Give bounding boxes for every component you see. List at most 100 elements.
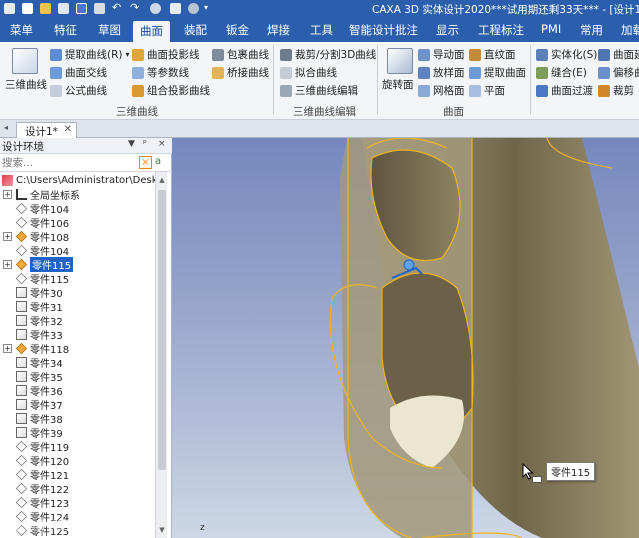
- menu-sketch[interactable]: 草图: [98, 22, 121, 38]
- clear-search-icon[interactable]: ×: [139, 156, 152, 169]
- gear-icon[interactable]: [188, 3, 199, 14]
- formula-curve-button[interactable]: 公式曲线: [50, 83, 107, 98]
- menu-load[interactable]: 加载: [621, 22, 639, 38]
- menu-assembly[interactable]: 装配: [184, 22, 207, 38]
- expand-icon[interactable]: +: [3, 343, 12, 353]
- menu-sheetmetal[interactable]: 钣金: [226, 22, 249, 38]
- tree-item[interactable]: 零件37: [16, 397, 63, 412]
- tree-item[interactable]: + 全局坐标系: [3, 187, 80, 202]
- tree-item[interactable]: 零件120: [15, 453, 69, 468]
- solidify-button[interactable]: 实体化(S): [536, 47, 597, 62]
- combined-projection-button[interactable]: 组合投影曲线: [132, 83, 210, 98]
- menu-tools[interactable]: 工具: [310, 22, 333, 38]
- menu-common[interactable]: 常用: [580, 22, 603, 38]
- loft-surface-button[interactable]: 放样面: [418, 65, 465, 80]
- tree-item[interactable]: 零件122: [15, 481, 69, 496]
- part-diamond-icon: [15, 468, 28, 480]
- tree-item[interactable]: + 零件108: [3, 229, 69, 244]
- surface-intersect-button[interactable]: 曲面交线: [50, 65, 107, 80]
- panel-menu-icon[interactable]: ▼: [128, 139, 135, 149]
- new-icon[interactable]: [22, 3, 33, 14]
- close-icon[interactable]: ✕: [64, 124, 72, 135]
- part-icon: [16, 384, 27, 396]
- tree-item[interactable]: 零件33: [16, 327, 63, 342]
- menu-dimension[interactable]: 工程标注: [478, 22, 524, 38]
- revolve-surface-icon[interactable]: [387, 48, 413, 74]
- extract-surface-button[interactable]: 提取曲面: [469, 65, 526, 80]
- tree-item[interactable]: 零件31: [16, 299, 63, 314]
- tree-item[interactable]: 零件119: [15, 439, 69, 454]
- menu-file[interactable]: 菜单: [10, 22, 33, 38]
- document-tab[interactable]: 设计1* ✕: [16, 122, 77, 138]
- dropdown-arrow-icon[interactable]: ◂: [4, 123, 8, 132]
- tree-item-label: 零件33: [30, 330, 63, 342]
- scroll-up-icon[interactable]: ▲: [156, 174, 168, 186]
- part-icon: [16, 426, 27, 438]
- dropdown-icon[interactable]: ▾: [204, 3, 215, 14]
- combined-projection-icon: [132, 84, 144, 97]
- tree-item[interactable]: 零件30: [16, 285, 63, 300]
- menu-feature[interactable]: 特征: [54, 22, 77, 38]
- bridge-curve-button[interactable]: 桥接曲线: [212, 65, 269, 80]
- app-logo-icon[interactable]: [4, 3, 15, 14]
- menu-surface[interactable]: 曲面: [133, 21, 170, 42]
- menu-pmi[interactable]: PMI: [541, 22, 561, 36]
- menu-display[interactable]: 显示: [436, 22, 459, 38]
- tree-item-label: 零件38: [30, 414, 63, 426]
- redo-icon[interactable]: ↷: [130, 2, 141, 14]
- search-options-icon[interactable]: a: [155, 156, 161, 167]
- sweep-surface-button[interactable]: 导动面: [418, 47, 465, 62]
- options-icon[interactable]: [170, 3, 181, 14]
- save-icon[interactable]: [76, 3, 87, 14]
- ruled-surface-button[interactable]: 直纹面: [469, 47, 516, 62]
- print-icon[interactable]: [94, 3, 105, 14]
- menu-smart-annotation[interactable]: 智能设计批注: [349, 22, 418, 38]
- plane-button[interactable]: 平面: [469, 83, 505, 98]
- 3d-curve-button[interactable]: 三维曲线: [5, 77, 47, 92]
- tree-item[interactable]: 零件32: [16, 313, 63, 328]
- surface-extend-button[interactable]: 曲面延: [598, 47, 639, 62]
- revolve-surface-button[interactable]: 旋转面: [382, 77, 414, 92]
- close-icon[interactable]: ×: [158, 139, 166, 149]
- open-icon[interactable]: [40, 3, 51, 14]
- stitch-button[interactable]: 缝合(E): [536, 65, 587, 80]
- mail-icon[interactable]: [58, 3, 69, 14]
- menu-weld[interactable]: 焊接: [267, 22, 290, 38]
- fit-curve-button[interactable]: 拟合曲线: [280, 65, 337, 80]
- globe-icon[interactable]: [150, 3, 161, 14]
- tree-item[interactable]: 零件106: [15, 215, 69, 230]
- tree-item[interactable]: 零件34: [16, 355, 63, 370]
- tree-item[interactable]: + 零件118: [3, 341, 69, 356]
- tree-item[interactable]: 零件121: [15, 467, 69, 482]
- surface-projection-button[interactable]: 曲面投影线: [132, 47, 200, 62]
- surface-blend-button[interactable]: 曲面过渡: [536, 83, 593, 98]
- trim-split-3d-curve-button[interactable]: 裁剪/分割3D曲线: [280, 47, 376, 62]
- tree-item[interactable]: 零件36: [16, 383, 63, 398]
- tree-item[interactable]: 零件39: [16, 425, 63, 440]
- expand-icon[interactable]: +: [3, 231, 12, 241]
- mesh-surface-button[interactable]: 网格面: [418, 83, 465, 98]
- scroll-thumb[interactable]: [158, 190, 166, 470]
- tree-item[interactable]: 零件115: [15, 271, 69, 286]
- tree-root[interactable]: C:\Users\Administrator\Deskto: [2, 173, 155, 187]
- undo-icon[interactable]: ↶: [112, 2, 123, 14]
- offset-surface-button[interactable]: 偏移曲: [598, 65, 639, 80]
- tree-item[interactable]: 零件104: [15, 243, 69, 258]
- tree-item[interactable]: 零件35: [16, 369, 63, 384]
- isoparam-button[interactable]: 等参数线: [132, 65, 189, 80]
- 3d-curve-icon[interactable]: [12, 48, 38, 74]
- wrap-curve-button[interactable]: 包裹曲线: [212, 47, 269, 62]
- scroll-down-icon[interactable]: ▼: [156, 524, 168, 536]
- edit-3d-curve-button[interactable]: 三维曲线编辑: [280, 83, 358, 98]
- extract-curve-button[interactable]: 提取曲线(R) ▾: [50, 47, 130, 62]
- expand-icon[interactable]: +: [3, 259, 12, 269]
- pin-icon[interactable]: ᵖ: [143, 139, 147, 149]
- trim-surface-button[interactable]: 裁剪: [598, 83, 634, 98]
- expand-icon[interactable]: +: [3, 189, 12, 199]
- tree-item[interactable]: 零件38: [16, 411, 63, 426]
- tree-item[interactable]: 零件123: [15, 495, 69, 510]
- tree-scrollbar[interactable]: ▲ ▼: [155, 172, 167, 538]
- tree-item[interactable]: + 零件115: [3, 256, 74, 272]
- tree-item[interactable]: 零件104: [15, 201, 69, 216]
- search-input[interactable]: [0, 155, 134, 171]
